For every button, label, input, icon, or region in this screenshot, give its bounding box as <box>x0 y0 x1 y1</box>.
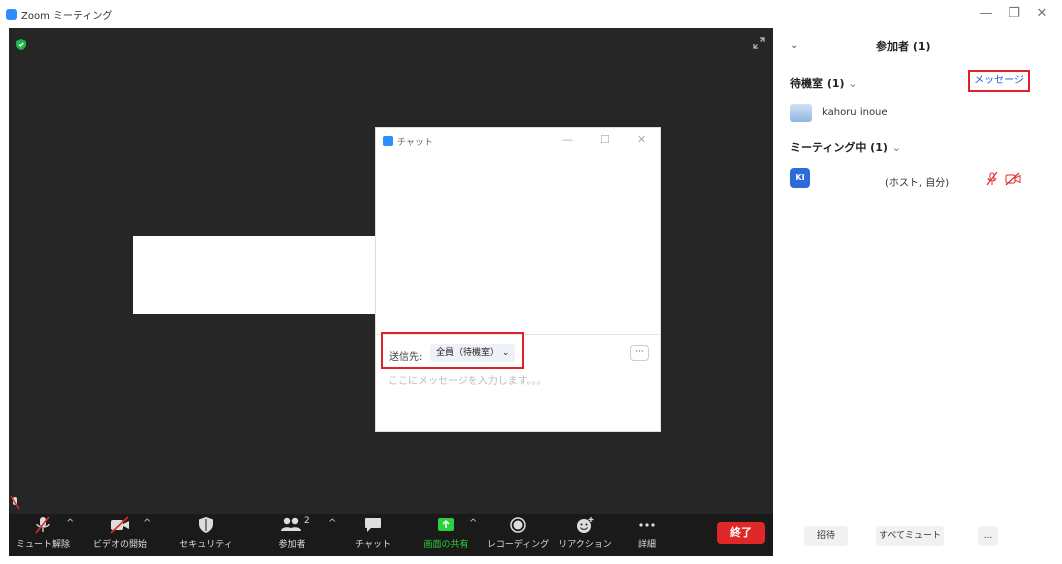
audio-options-caret-icon[interactable]: ^ <box>66 518 74 529</box>
collapse-panel-chevron-icon[interactable]: ⌄ <box>790 40 798 51</box>
chat-label: チャット <box>355 540 391 550</box>
minimize-button[interactable]: — <box>976 6 996 22</box>
zoom-app-icon <box>6 9 17 20</box>
chat-button[interactable]: チャット <box>351 514 395 556</box>
record-label: レコーディング <box>486 540 550 550</box>
recipient-select[interactable]: 全員（待機室） ⌄ <box>430 344 516 362</box>
chat-more-button[interactable]: ··· <box>630 345 649 361</box>
fullscreen-icon[interactable] <box>753 37 765 49</box>
chevron-down-icon: ⌄ <box>848 77 858 90</box>
participants-button[interactable]: 参加者 <box>264 514 320 556</box>
participants-options-caret-icon[interactable]: ^ <box>328 518 336 529</box>
mute-all-button[interactable]: すべてミュート <box>876 526 944 546</box>
reactions-button[interactable]: リアクション <box>555 514 615 556</box>
record-icon <box>510 517 526 533</box>
invite-button[interactable]: 招待 <box>804 526 848 546</box>
muted-mic-icon <box>35 516 50 534</box>
restore-button[interactable]: ❐ <box>1004 6 1024 22</box>
chevron-down-icon: ⌄ <box>891 141 901 154</box>
waiting-room-label: 待機室 (1) <box>790 77 845 90</box>
panel-more-button[interactable]: ... <box>978 526 998 546</box>
panel-title: 参加者 (1) <box>876 40 931 53</box>
more-button[interactable]: 詳細 <box>627 514 667 556</box>
participants-icon <box>281 517 301 531</box>
chevron-down-icon: ⌄ <box>501 348 510 358</box>
muted-mic-icon <box>986 172 998 186</box>
chat-app-icon <box>383 136 393 146</box>
participants-label: 参加者 <box>278 540 306 550</box>
shield-icon <box>199 517 213 533</box>
host-avatar: KI <box>790 168 810 188</box>
video-off-icon <box>110 516 129 534</box>
chat-message-input[interactable]: ここにメッセージを入力します。。。 <box>388 372 547 387</box>
meeting-toolbar: ミュート解除 ^ ビデオの開始 ^ セキュリティ 参加者 2 ^ チャット 画面… <box>9 514 773 556</box>
chat-title: チャット <box>397 138 433 148</box>
in-meeting-label: ミーティング中 (1) <box>790 141 888 154</box>
to-label: 送信先: <box>389 352 423 363</box>
reaction-icon <box>577 517 594 533</box>
share-screen-icon <box>438 518 454 531</box>
reactions-label: リアクション <box>558 540 612 550</box>
waiting-room-header[interactable]: 待機室 (1) ⌄ <box>790 75 858 91</box>
security-button[interactable]: セキュリティ <box>175 514 237 556</box>
more-icon <box>639 523 655 527</box>
participant-count-badge: 2 <box>304 516 310 526</box>
video-tile-blank <box>133 236 377 314</box>
participants-panel: ⌄ 参加者 (1) 待機室 (1) ⌄ メッセージ kahoru inoue ミ… <box>778 28 1062 564</box>
security-label: セキュリティ <box>179 540 233 550</box>
recipient-value: 全員（待機室） <box>436 348 500 358</box>
share-options-caret-icon[interactable]: ^ <box>469 518 477 529</box>
close-button[interactable]: ✕ <box>1032 6 1052 22</box>
chat-maximize-button[interactable]: ☐ <box>600 133 610 146</box>
message-waiting-room-button[interactable]: メッセージ <box>968 70 1030 92</box>
waiting-participant-name: kahoru inoue <box>822 107 888 118</box>
encryption-shield-icon[interactable] <box>16 39 26 50</box>
unmute-button[interactable]: ミュート解除 <box>13 514 73 556</box>
share-screen-label: 画面の共有 <box>423 540 469 550</box>
share-screen-button[interactable]: 画面の共有 <box>415 514 477 556</box>
chat-minimize-button[interactable]: — <box>562 133 573 146</box>
host-muted-status-icons <box>986 172 1021 186</box>
start-video-label: ビデオの開始 <box>92 540 147 550</box>
avatar <box>790 104 812 122</box>
chat-bubble-icon <box>365 518 381 532</box>
unmute-label: ミュート解除 <box>15 540 70 550</box>
window-title: Zoom ミーティング <box>21 11 113 22</box>
more-label: 詳細 <box>637 540 656 550</box>
record-button[interactable]: レコーディング <box>485 514 551 556</box>
muted-indicator-icon <box>10 496 20 510</box>
video-off-icon <box>1005 172 1021 186</box>
video-options-caret-icon[interactable]: ^ <box>143 518 151 529</box>
end-meeting-button[interactable]: 終了 <box>717 522 765 544</box>
title-bar: Zoom ミーティング — ❐ ✕ <box>0 0 1062 28</box>
host-role-label: (ホスト, 自分) <box>885 178 950 189</box>
chat-window: チャット — ☐ ✕ 送信先: 全員（待機室） ⌄ ··· ここにメッセージを入… <box>375 127 661 432</box>
chat-close-button[interactable]: ✕ <box>637 133 646 146</box>
in-meeting-header[interactable]: ミーティング中 (1) ⌄ <box>790 139 901 155</box>
